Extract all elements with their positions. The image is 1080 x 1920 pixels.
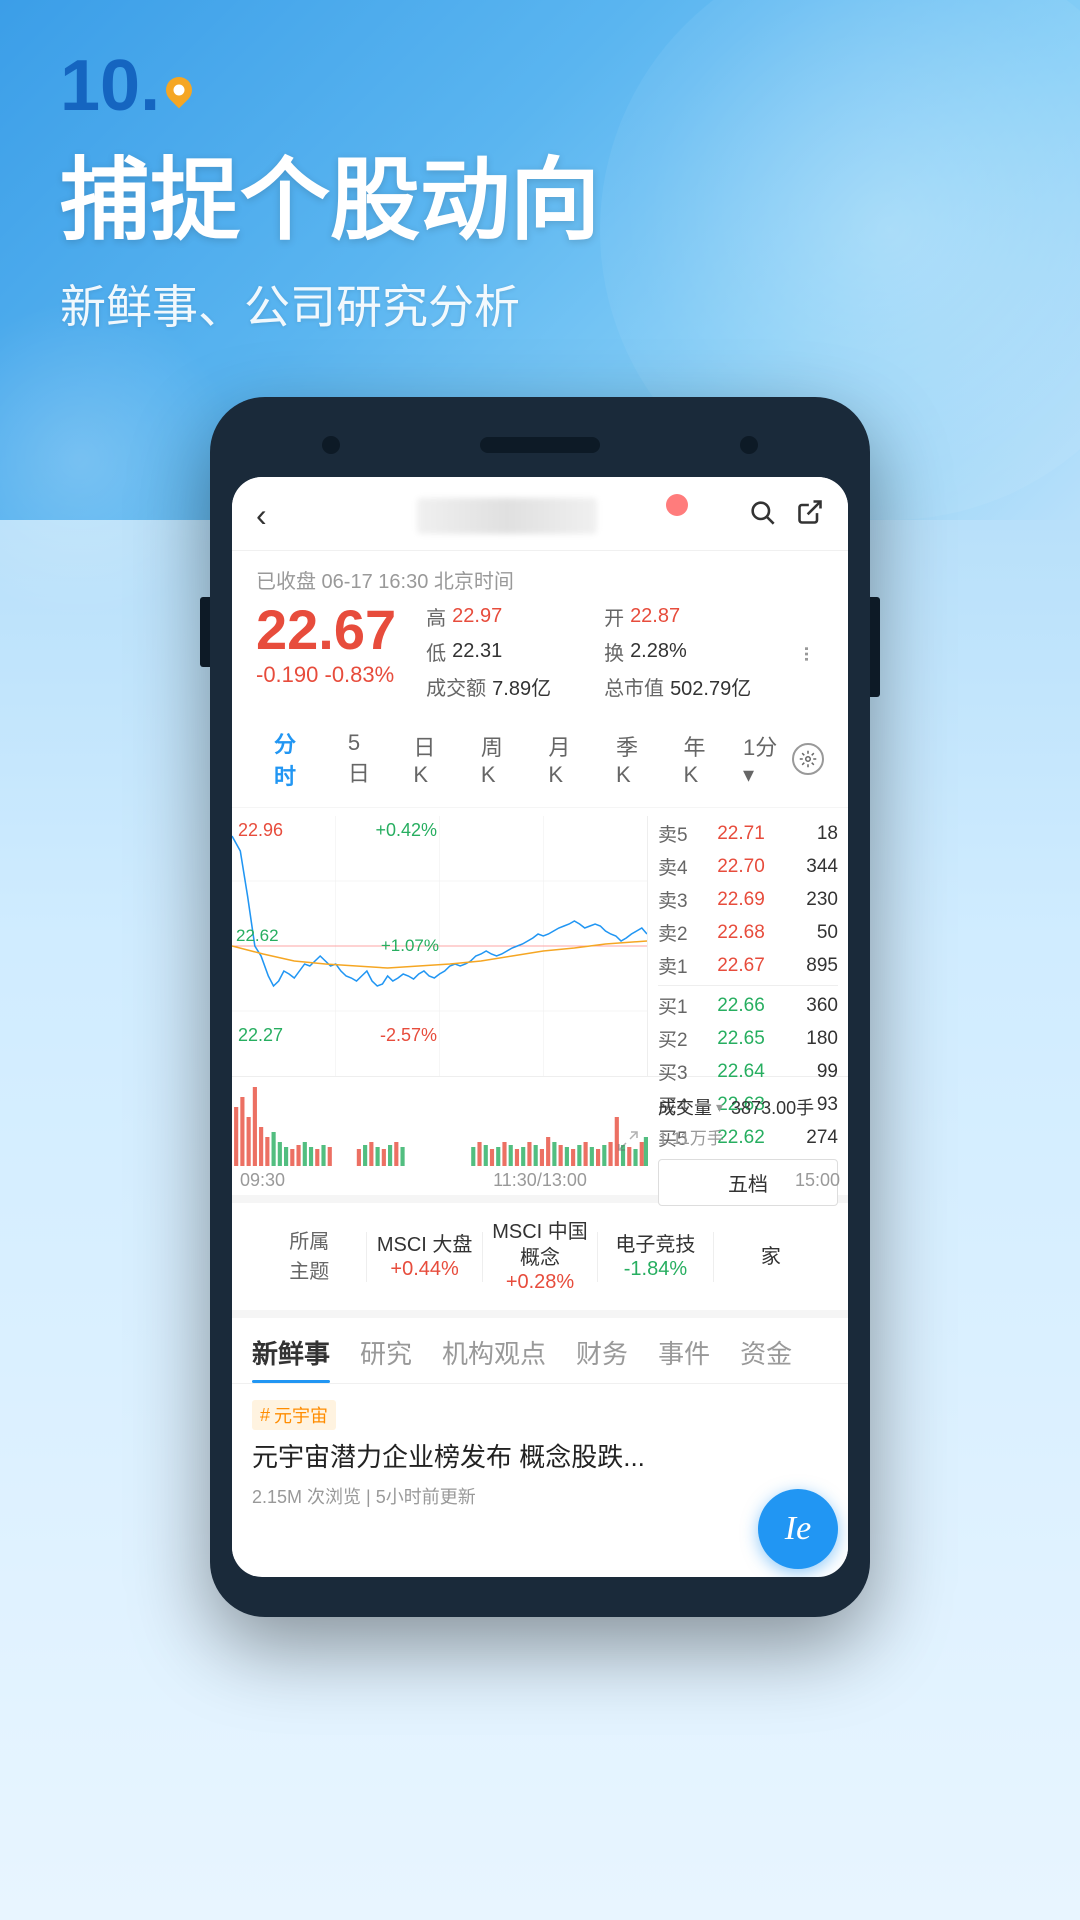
tab-research[interactable]: 研究: [360, 1334, 412, 1383]
more-options[interactable]: ···: [792, 644, 824, 660]
phone-camera-right: [740, 436, 758, 454]
phone-power-button: [870, 597, 880, 697]
phone-screen: ‹: [232, 477, 848, 1577]
ob-sell3: 卖3 22.69 230: [658, 886, 838, 913]
app-header: ‹: [232, 477, 848, 551]
high-value: 22.97: [452, 605, 502, 628]
volume-area: 成交量 ▾ 3873.00手 1.11万手: [232, 1076, 848, 1166]
phone-notch: [232, 419, 848, 471]
subheadline: 新鲜事、公司研究分析: [60, 271, 1020, 337]
fab-button[interactable]: Ie: [758, 1489, 838, 1569]
phone-camera-left: [322, 436, 340, 454]
volume-value: 3873.00手: [731, 1094, 814, 1120]
stock-price: 22.67: [256, 602, 396, 658]
header-icons: [748, 498, 824, 534]
exchange-label: 换: [604, 637, 624, 666]
news-tag-text: 元宇宙: [274, 1402, 328, 1428]
news-tabs: 新鲜事 研究 机构观点 财务 事件 资金: [232, 1310, 848, 1383]
volume-dropdown[interactable]: 成交量 ▾: [658, 1094, 723, 1120]
open-label: 开: [604, 602, 624, 631]
logo-number: 10: [60, 50, 140, 122]
ob-sell4: 卖4 22.70 344: [658, 853, 838, 880]
category-section: 所属主题 MSCI 大盘 +0.44% MSCI 中国概念 +0.28%: [232, 1195, 848, 1310]
line-chart-svg: [232, 816, 647, 1076]
tab-1min[interactable]: 1分▾: [733, 724, 792, 794]
market-cap-label: 总市值: [604, 672, 664, 701]
tab-fenshi[interactable]: 分时: [256, 721, 330, 797]
tab-daily-k[interactable]: 日K: [395, 724, 463, 794]
exchange-value: 2.28%: [630, 640, 687, 663]
order-book: 卖5 22.71 18 卖4 22.70 344 卖3: [648, 816, 848, 1076]
chart-price-high: 22.96: [238, 820, 283, 841]
phone-volume-button: [200, 597, 210, 667]
time-end: 15:00: [795, 1170, 840, 1191]
turnover-label: 成交额: [426, 672, 486, 701]
share-icon[interactable]: [796, 498, 824, 534]
open-value: 22.87: [630, 605, 680, 628]
news-title: 元宇宙潜力企业榜发布 概念股跌...: [252, 1438, 828, 1477]
app-logo: 10 .: [60, 50, 1020, 122]
headline: 捕捉个股动向: [60, 152, 1020, 251]
notification-dot: [666, 494, 688, 516]
tab-events[interactable]: 事件: [658, 1334, 710, 1383]
category-msci-large[interactable]: MSCI 大盘 +0.44%: [367, 1232, 481, 1281]
news-tag: # 元宇宙: [252, 1400, 336, 1430]
stock-info: 已收盘 06-17 16:30 北京时间 22.67 -0.190 -0.83%…: [232, 551, 848, 711]
time-start: 09:30: [240, 1170, 285, 1191]
stock-details: 高 22.97 开 22.87 低 22.31: [426, 602, 762, 701]
tab-capital[interactable]: 资金: [740, 1334, 792, 1383]
low-value: 22.31: [452, 640, 502, 663]
tab-news[interactable]: 新鲜事: [252, 1334, 330, 1383]
news-item[interactable]: # 元宇宙 元宇宙潜力企业榜发布 概念股跌... 2.15M 次浏览 | 5小时…: [232, 1383, 848, 1559]
stock-change: -0.190 -0.83%: [256, 662, 396, 688]
chart-pct-mid: +1.07%: [381, 936, 439, 956]
logo-dot: .: [140, 50, 160, 122]
search-icon[interactable]: [748, 498, 776, 534]
tab-institution[interactable]: 机构观点: [442, 1334, 546, 1383]
market-cap-value: 502.79亿: [670, 672, 751, 701]
header-title-area: [267, 498, 748, 534]
ob-divider: [658, 985, 838, 986]
volume-svg: [232, 1077, 648, 1166]
hashtag-icon: #: [260, 1405, 270, 1426]
chart-tabs: 分时 5日 日K 周K 月K 季K 年K 1分▾: [232, 711, 848, 808]
stock-price-main: 22.67 -0.190 -0.83%: [256, 602, 396, 688]
news-meta: 2.15M 次浏览 | 5小时前更新: [252, 1483, 828, 1509]
chart-settings-icon[interactable]: [792, 743, 824, 775]
tab-weekly-k[interactable]: 周K: [463, 724, 531, 794]
chart-pct-low: -2.57%: [380, 1025, 437, 1046]
zoom-icon[interactable]: [616, 1129, 640, 1158]
category-home[interactable]: 家: [714, 1244, 828, 1270]
tab-monthly-k[interactable]: 月K: [530, 724, 598, 794]
high-label: 高: [426, 602, 446, 631]
stock-status: 已收盘 06-17 16:30 北京时间: [256, 565, 824, 594]
chart-price-mid: 22.62: [236, 926, 279, 946]
ob-sell2: 卖2 22.68 50: [658, 919, 838, 946]
tab-quarterly-k[interactable]: 季K: [598, 724, 666, 794]
tab-finance[interactable]: 财务: [576, 1334, 628, 1383]
price-chart[interactable]: 22.96 22.62 22.27 +0.42% +1.07% -2.57%: [232, 816, 648, 1076]
chart-area: 22.96 22.62 22.27 +0.42% +1.07% -2.57%: [232, 808, 848, 1195]
turnover-value: 7.89亿: [492, 672, 551, 701]
volume-controls: 成交量 ▾ 3873.00手 1.11万手: [648, 1077, 848, 1166]
category-theme[interactable]: 所属主题: [252, 1227, 366, 1287]
tab-5day[interactable]: 5日: [330, 724, 395, 794]
ob-buy1: 买1 22.66 360: [658, 992, 838, 1019]
chart-pct-high: +0.42%: [375, 820, 437, 841]
category-esports[interactable]: 电子竞技 -1.84%: [598, 1232, 712, 1281]
ob-sell1: 卖1 22.67 895: [658, 952, 838, 979]
low-label: 低: [426, 637, 446, 666]
time-mid: 11:30/13:00: [493, 1170, 587, 1191]
chart-price-low: 22.27: [238, 1025, 283, 1046]
back-button[interactable]: ‹: [256, 497, 267, 534]
volume-unit: 1.11万手: [658, 1124, 838, 1149]
category-msci-china[interactable]: MSCI 中国概念 +0.28%: [483, 1219, 597, 1294]
volume-chart: [232, 1077, 648, 1166]
ob-sell5: 卖5 22.71 18: [658, 820, 838, 847]
fab-icon: Ie: [785, 1510, 811, 1548]
tab-yearly-k[interactable]: 年K: [666, 724, 734, 794]
ob-buy2: 买2 22.65 180: [658, 1025, 838, 1052]
phone-speaker: [480, 437, 600, 453]
stock-name-blurred: [417, 498, 597, 534]
